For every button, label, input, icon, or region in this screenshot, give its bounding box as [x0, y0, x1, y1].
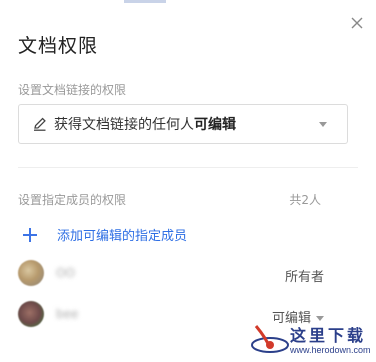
- tab-hint: [124, 0, 166, 3]
- watermark-url: www.herodown.com: [290, 345, 371, 355]
- link-permission-label: 设置文档链接的权限: [18, 83, 127, 97]
- add-member-button[interactable]: 添加可编辑的指定成员: [22, 225, 187, 244]
- member-count: 共2人: [289, 193, 321, 207]
- watermark: 这里下载 www.herodown.com: [246, 318, 372, 360]
- member-row: OO 所有者: [18, 258, 358, 288]
- member-permission-label: 设置指定成员的权限: [18, 193, 127, 207]
- avatar: [18, 260, 44, 286]
- link-permission-text: 获得文档链接的任何人可编辑: [54, 114, 236, 134]
- top-strip: [0, 0, 376, 3]
- watermark-logo-icon: [251, 325, 289, 353]
- watermark-text: 这里下载: [290, 326, 367, 345]
- dialog-title: 文档权限: [18, 35, 99, 57]
- member-name: OO: [56, 266, 75, 280]
- close-icon: [351, 17, 363, 29]
- add-member-label: 添加可编辑的指定成员: [57, 229, 188, 244]
- link-permission-value: 可编辑: [194, 117, 236, 133]
- link-permission-select[interactable]: 获得文档链接的任何人可编辑: [18, 104, 348, 144]
- member-role-owner: 所有者: [284, 270, 324, 285]
- avatar: [18, 301, 44, 327]
- member-name: bee: [56, 307, 79, 321]
- close-button[interactable]: [346, 12, 368, 34]
- plus-icon: [22, 227, 38, 243]
- section-divider: [18, 167, 358, 168]
- link-permission-prefix: 获得文档链接的任何人: [54, 117, 194, 133]
- chevron-down-icon: [319, 122, 327, 127]
- pencil-icon: [32, 116, 48, 132]
